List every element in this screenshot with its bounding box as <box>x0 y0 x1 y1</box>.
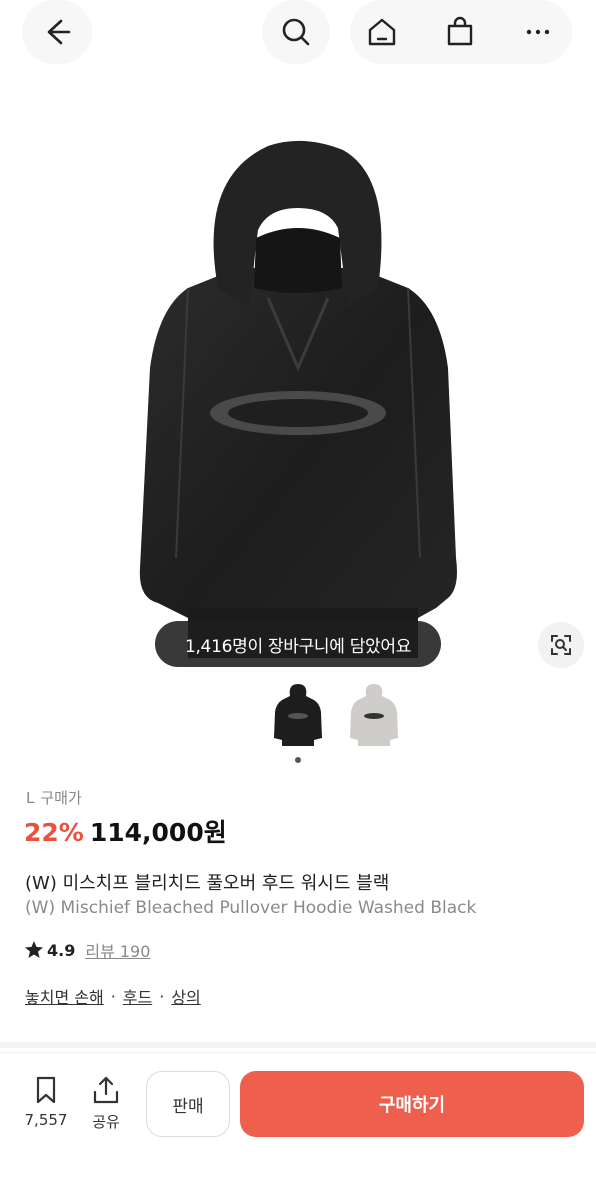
share-label: 공유 <box>92 1113 120 1131</box>
more-button[interactable] <box>506 0 570 64</box>
price-line: 22% 114,000원 <box>24 813 227 849</box>
wishlist-count: 7,557 <box>24 1111 68 1129</box>
price-type-label: 구매가 <box>40 789 82 807</box>
rating-line: 4.9 리뷰 190 <box>24 938 150 962</box>
shopping-bag-button[interactable] <box>428 0 492 64</box>
image-search-icon <box>551 635 571 655</box>
back-button[interactable] <box>22 0 92 64</box>
arrow-left-icon <box>47 19 71 45</box>
category-tags: 놓치면 손해 · 후드 · 상의 <box>25 984 201 1008</box>
share-icon <box>93 1076 119 1104</box>
search-button[interactable] <box>262 0 330 64</box>
tag-top[interactable]: 상의 <box>171 984 200 1008</box>
product-image[interactable] <box>0 100 596 680</box>
search-icon <box>282 18 310 46</box>
size-price-label: L 구매가 <box>26 787 82 808</box>
sell-button[interactable]: 판매 <box>146 1071 230 1137</box>
section-divider <box>0 1042 596 1048</box>
discount-rate: 22% <box>24 818 84 847</box>
tag-separator: · <box>159 986 165 1006</box>
share-button[interactable]: 공유 <box>82 1075 130 1137</box>
shopping-bag-icon <box>447 16 473 46</box>
top-navigation <box>0 0 596 70</box>
thumbnail-strip <box>0 682 596 752</box>
home-icon <box>368 18 396 46</box>
product-price: 114,000원 <box>89 818 227 847</box>
hoodie-image <box>139 140 457 658</box>
rating-value: 4.9 <box>47 940 76 960</box>
buy-button[interactable]: 구매하기 <box>240 1071 584 1137</box>
home-button[interactable] <box>350 0 414 64</box>
active-image-indicator <box>295 757 301 763</box>
bookmark-icon <box>36 1076 56 1104</box>
wishlist-button[interactable]: 7,557 <box>20 1075 72 1137</box>
review-link[interactable]: 리뷰 190 <box>85 938 150 962</box>
black-hoodie-thumb[interactable] <box>270 682 326 748</box>
product-name-korean: (W) 미스치프 블리치드 풀오버 후드 워시드 블랙 <box>25 873 390 894</box>
tag-separator: · <box>110 986 116 1006</box>
star-icon <box>25 941 43 958</box>
size-value: L <box>26 789 35 807</box>
grey-hoodie-thumb[interactable] <box>346 682 402 748</box>
more-horizontal-icon <box>526 29 550 35</box>
cart-count-toast: 1,416명이 장바구니에 담았어요 <box>155 621 441 667</box>
image-search-button[interactable] <box>538 622 584 668</box>
bottom-action-bar: 7,557 공유 판매 구매하기 <box>0 1052 596 1200</box>
tag-deal[interactable]: 놓치면 손해 <box>25 984 104 1008</box>
product-name-english: (W) Mischief Bleached Pullover Hoodie Wa… <box>25 898 477 918</box>
tag-hoodie[interactable]: 후드 <box>123 984 152 1008</box>
